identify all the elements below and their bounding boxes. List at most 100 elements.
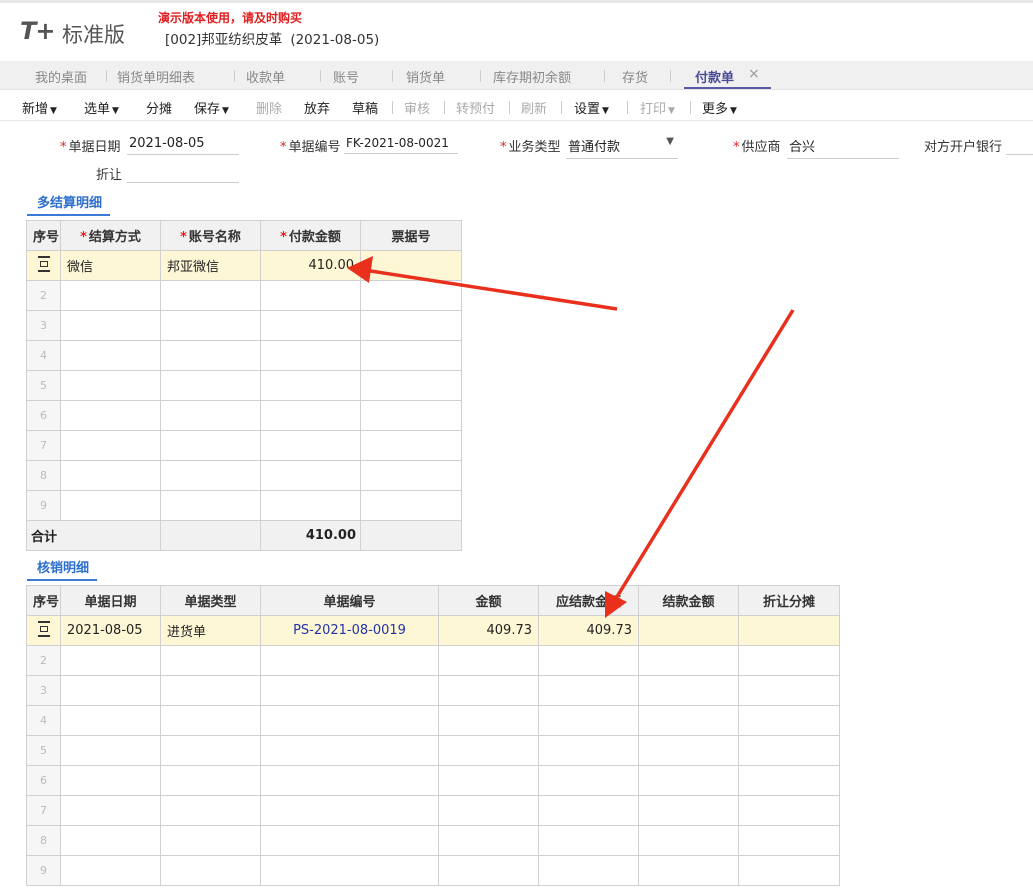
table-row[interactable]: 2	[26, 645, 840, 676]
table-row[interactable]: 9	[26, 855, 840, 886]
col-header-date: 单据日期	[60, 585, 161, 616]
table-row[interactable]: 8	[26, 825, 840, 856]
bank-label: 对方开户银行	[924, 140, 1003, 155]
cell-date[interactable]: 2021-08-05	[60, 615, 161, 646]
audit-button[interactable]: 审核	[404, 98, 430, 117]
cell-amount[interactable]: 409.73	[438, 615, 539, 646]
cell-method[interactable]: 微信	[60, 250, 161, 281]
col-header-code: 单据编号	[260, 585, 439, 616]
col-header-ticket: 票据号	[360, 220, 462, 251]
table-row[interactable]: 9	[26, 490, 462, 521]
discount-label: 折让	[96, 168, 123, 183]
discount-field[interactable]	[127, 164, 239, 183]
discard-button[interactable]: 放弃	[304, 98, 330, 117]
tab-payment[interactable]: 付款单	[695, 67, 734, 86]
settings-button[interactable]: 设置 ▼	[574, 98, 609, 117]
tab-receipt[interactable]: 收款单	[246, 67, 285, 86]
col-header-discount: 折让分摊	[738, 585, 840, 616]
tab-bar: 我的桌面 销货单明细表 收款单 账号 销货单 库存期初余额 存货 付款单 ×	[0, 61, 1033, 90]
settlement-section-title[interactable]: 多结算明细	[27, 192, 111, 216]
demo-notice[interactable]: 演示版本使用，请及时购买	[158, 9, 302, 26]
table-row[interactable]: 7	[26, 795, 840, 826]
refresh-button[interactable]: 刷新	[521, 98, 547, 117]
verification-table: 序号 单据日期 单据类型 单据编号 金额 应结款金额 结款金额 折让分摊 202…	[26, 585, 840, 886]
cell-type[interactable]: 进货单	[160, 615, 261, 646]
table-row[interactable]: 5	[26, 370, 462, 401]
table-row[interactable]: 微信 邦亚微信 410.00	[26, 250, 462, 281]
chevron-down-icon: ▼	[666, 136, 674, 147]
transfer-prepay-button[interactable]: 转预付	[456, 98, 495, 117]
chevron-down-icon: ▼	[112, 106, 119, 116]
biz-type-label: * 业务类型	[500, 140, 561, 155]
row-options-icon[interactable]	[26, 250, 61, 281]
table-row[interactable]: 3	[26, 310, 462, 341]
new-button[interactable]: 新增 ▼	[22, 98, 57, 117]
select-button[interactable]: 选单 ▼	[84, 98, 119, 117]
tab-sales-order[interactable]: 销货单	[406, 67, 445, 86]
table-row[interactable]: 6	[26, 765, 840, 796]
chevron-down-icon: ▼	[668, 106, 675, 116]
table-header-row: 序号 * 结算方式 * 账号名称 * 付款金额 票据号	[26, 220, 462, 251]
settlement-table: 序号 * 结算方式 * 账号名称 * 付款金额 票据号 微信 邦亚微信 410.00 …	[26, 220, 462, 551]
table-row[interactable]: 2021-08-05 进货单 PS-2021-08-0019 409.73 40…	[26, 615, 840, 646]
print-button[interactable]: 打印 ▼	[640, 98, 675, 117]
col-header-type: 单据类型	[160, 585, 261, 616]
chevron-down-icon: ▼	[50, 106, 57, 116]
col-header-idx: 序号	[26, 220, 61, 251]
cell-due[interactable]: 409.73	[538, 615, 639, 646]
table-row[interactable]: 8	[26, 460, 462, 491]
verification-section-title[interactable]: 核销明细	[27, 557, 98, 581]
supplier-label: * 供应商	[733, 140, 781, 155]
date-field[interactable]: 2021-08-05	[127, 136, 239, 155]
tab-account[interactable]: 账号	[333, 67, 359, 86]
tab-inventory-opening[interactable]: 库存期初余额	[493, 67, 571, 86]
supplier-field[interactable]: 合兴	[787, 136, 899, 159]
col-header-idx: 序号	[26, 585, 61, 616]
cell-code-link[interactable]: PS-2021-08-0019	[260, 615, 439, 646]
total-amount: 410.00	[260, 520, 361, 551]
table-row[interactable]: 7	[26, 430, 462, 461]
company-info: [002]邦亚纺织皮革 (2021-08-05)	[165, 28, 379, 48]
app-edition-label: 标准版	[62, 23, 125, 47]
code-field[interactable]: FK-2021-08-0021	[344, 136, 458, 154]
table-row[interactable]: 4	[26, 705, 840, 736]
company-name: [002]邦亚纺织皮革	[165, 32, 283, 48]
table-row[interactable]: 3	[26, 675, 840, 706]
tab-sales-detail-report[interactable]: 销货单明细表	[117, 67, 195, 86]
delete-button[interactable]: 删除	[256, 98, 282, 117]
app-logo: T+	[20, 17, 55, 45]
total-row: 合计 410.00	[26, 520, 462, 551]
split-button[interactable]: 分摊	[146, 98, 172, 117]
more-button[interactable]: 更多 ▼	[702, 98, 737, 117]
save-button[interactable]: 保存 ▼	[194, 98, 229, 117]
table-row[interactable]: 6	[26, 400, 462, 431]
annotation-arrow-line	[613, 309, 795, 601]
col-header-account: * 账号名称	[160, 220, 261, 251]
total-label: 合计	[26, 520, 161, 551]
tab-desktop[interactable]: 我的桌面	[35, 67, 87, 86]
top-border	[0, 0, 1033, 3]
chevron-down-icon: ▼	[222, 106, 229, 116]
toolbar: 新增 ▼ 选单 ▼ 分摊 保存 ▼ 删除 放弃 草稿 审核 转预付 刷新 设置 ▼ 打印…	[0, 90, 1033, 121]
cell-settled[interactable]	[638, 615, 739, 646]
code-label: * 单据编号	[280, 140, 341, 155]
chevron-down-icon: ▼	[602, 106, 609, 116]
biz-type-select[interactable]: 普通付款 ▼	[566, 136, 678, 159]
table-row[interactable]: 2	[26, 280, 462, 311]
col-header-settled: 结款金额	[638, 585, 739, 616]
cell-discount[interactable]	[738, 615, 840, 646]
tab-inventory[interactable]: 存货	[622, 67, 648, 86]
draft-button[interactable]: 草稿	[352, 98, 378, 117]
cell-amount[interactable]: 410.00	[260, 250, 361, 281]
cell-account[interactable]: 邦亚微信	[160, 250, 261, 281]
table-row[interactable]: 4	[26, 340, 462, 371]
cell-ticket[interactable]	[360, 250, 462, 281]
row-options-icon[interactable]	[26, 615, 61, 646]
col-header-amount: * 付款金额	[260, 220, 361, 251]
bank-field[interactable]	[1006, 136, 1033, 155]
date-label: * 单据日期	[60, 140, 121, 155]
col-header-amount: 金额	[438, 585, 539, 616]
col-header-due: 应结款金额	[538, 585, 639, 616]
tab-close-icon[interactable]: ×	[748, 66, 760, 82]
table-row[interactable]: 5	[26, 735, 840, 766]
